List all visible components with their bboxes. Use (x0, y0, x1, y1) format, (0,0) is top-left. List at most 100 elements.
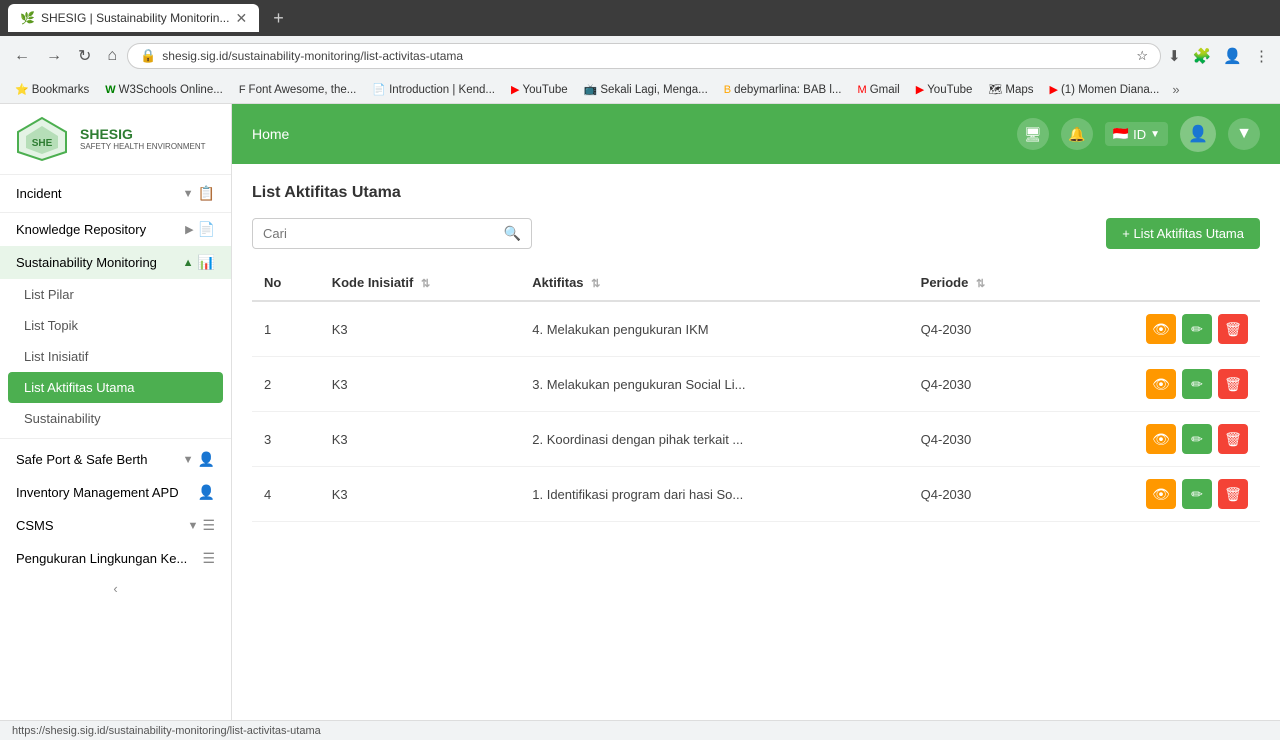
chart-icon: 📊 (198, 254, 215, 271)
view-button[interactable]: 👁 (1146, 424, 1176, 454)
bookmark-youtube2[interactable]: ▶ YouTube (909, 81, 980, 98)
tab-close-button[interactable]: ✕ (235, 10, 247, 27)
sidebar-item-knowledge-repository[interactable]: Knowledge Repository ▶ 📄 (0, 213, 231, 246)
bookmark-label: Introduction | Kend... (389, 84, 495, 96)
list-pilar-label: List Pilar (24, 287, 74, 302)
view-button[interactable]: 👁 (1146, 369, 1176, 399)
monitor-icon-button[interactable]: 🖥 (1017, 118, 1049, 150)
sidebar-item-list-pilar[interactable]: List Pilar (0, 279, 231, 310)
page-area: List Aktifitas Utama 🔍 + List Aktifitas … (232, 164, 1280, 720)
csms-label: CSMS (16, 518, 54, 533)
profile-icon[interactable]: 👤 (1220, 44, 1245, 68)
youtube1-icon: ▶ (511, 83, 519, 96)
menu-icon[interactable]: ⋮ (1251, 44, 1272, 68)
sidebar-collapse-button[interactable]: ‹ (0, 575, 231, 602)
bookmark-label: Maps (1005, 84, 1033, 96)
logo-subtitle: SAFETY HEALTH ENVIRONMENT (80, 142, 206, 152)
bookmark-maps[interactable]: 🗺 Maps (981, 81, 1040, 98)
pengukuran-label: Pengukuran Lingkungan Ke... (16, 551, 187, 566)
bookmark-momen[interactable]: ▶ (1) Momen Diana... (1042, 81, 1166, 98)
bookmark-gmail[interactable]: M Gmail (851, 82, 907, 98)
add-aktifitas-utama-button[interactable]: + List Aktifitas Utama (1106, 218, 1260, 249)
chevron-down-icon: ▼ (183, 188, 194, 200)
bookmark-bookmarks[interactable]: ⭐ Bookmarks (8, 81, 96, 98)
sidebar-item-list-aktifitas-utama[interactable]: List Aktifitas Utama (8, 372, 223, 403)
search-input[interactable] (263, 226, 504, 241)
extensions-icon[interactable]: 🧩 (1190, 44, 1215, 68)
bookmark-fontawesome[interactable]: F Font Awesome, the... (232, 82, 364, 98)
edit-button[interactable]: ✏ (1182, 479, 1212, 509)
page-title: List Aktifitas Utama (252, 184, 1260, 202)
sustainability-label: Sustainability (24, 411, 101, 426)
breadcrumb-home[interactable]: Home (252, 126, 289, 142)
safe-port-label: Safe Port & Safe Berth (16, 452, 148, 467)
bookmark-deby[interactable]: B debymarlina: BAB l... (717, 82, 849, 98)
bookmarks-icon: ⭐ (15, 83, 29, 96)
cell-actions: 👁 ✏ 🗑 (1054, 301, 1260, 357)
delete-button[interactable]: 🗑 (1218, 369, 1248, 399)
cell-periode: Q4-2030 (909, 412, 1054, 467)
edit-button[interactable]: ✏ (1182, 369, 1212, 399)
sort-kode-icon[interactable]: ⇅ (421, 278, 430, 290)
table-body: 1 K3 4. Melakukan pengukuran IKM Q4-2030… (252, 301, 1260, 522)
search-box[interactable]: 🔍 (252, 218, 532, 249)
bookmark-label: Bookmarks (32, 84, 90, 96)
bookmarks-bar: ⭐ Bookmarks W W3Schools Online... F Font… (0, 76, 1280, 104)
action-buttons: 👁 ✏ 🗑 (1066, 314, 1248, 344)
sidebar-item-sustainability-monitoring[interactable]: Sustainability Monitoring ▲ 📊 (0, 246, 231, 279)
sidebar-item-incident[interactable]: Incident ▼ 📋 (0, 175, 231, 213)
more-bookmarks-icon[interactable]: » (1172, 82, 1179, 97)
sidebar-item-list-topik[interactable]: List Topik (0, 310, 231, 341)
edit-button[interactable]: ✏ (1182, 424, 1212, 454)
bookmark-youtube1[interactable]: ▶ YouTube (504, 81, 575, 98)
delete-button[interactable]: 🗑 (1218, 479, 1248, 509)
user-avatar-button[interactable]: 👤 (1180, 116, 1216, 152)
collapse-icon: ‹ (113, 581, 117, 596)
chevron-down-icon-3: ▼ (188, 520, 199, 532)
cell-aktifitas: 4. Melakukan pengukuran IKM (520, 301, 908, 357)
notification-button[interactable]: 🔔 (1061, 118, 1093, 150)
view-button[interactable]: 👁 (1146, 314, 1176, 344)
cell-periode: Q4-2030 (909, 357, 1054, 412)
sidebar-item-pengukuran[interactable]: Pengukuran Lingkungan Ke... ☰ (0, 542, 231, 575)
list-inisiatif-label: List Inisiatif (24, 349, 88, 364)
bookmark-sekali[interactable]: 📺 Sekali Lagi, Menga... (577, 81, 715, 98)
sekali-icon: 📺 (584, 83, 598, 96)
table-row: 2 K3 3. Melakukan pengukuran Social Li..… (252, 357, 1260, 412)
sidebar-item-safe-port[interactable]: Safe Port & Safe Berth ▼ 👤 (0, 443, 231, 476)
home-button[interactable]: ⌂ (101, 43, 123, 69)
browser-tab[interactable]: 🌿 SHESIG | Sustainability Monitorin... ✕ (8, 4, 259, 32)
view-button[interactable]: 👁 (1146, 479, 1176, 509)
edit-button[interactable]: ✏ (1182, 314, 1212, 344)
sidebar-item-inventory[interactable]: Inventory Management APD 👤 (0, 476, 231, 509)
address-bar[interactable]: 🔒 shesig.sig.id/sustainability-monitorin… (127, 43, 1161, 69)
logo-image: SHE (12, 114, 72, 164)
download-icon[interactable]: ⬇ (1165, 44, 1184, 68)
csms-icon: ☰ (202, 517, 215, 534)
address-text: shesig.sig.id/sustainability-monitoring/… (162, 49, 1130, 63)
reload-button[interactable]: ↻ (72, 42, 97, 70)
delete-button[interactable]: 🗑 (1218, 314, 1248, 344)
cell-kode: K3 (320, 301, 521, 357)
lock-icon: 🔒 (140, 48, 156, 64)
sidebar-item-csms[interactable]: CSMS ▼ ☰ (0, 509, 231, 542)
sort-aktifitas-icon[interactable]: ⇅ (591, 278, 600, 290)
bookmark-introduction[interactable]: 📄 Introduction | Kend... (365, 81, 502, 98)
top-bar-nav: Home (252, 126, 289, 142)
back-button[interactable]: ← (8, 43, 36, 69)
cell-actions: 👁 ✏ 🗑 (1054, 357, 1260, 412)
more-options-button[interactable]: ▼ (1228, 118, 1260, 150)
maps-icon: 🗺 (988, 83, 1002, 96)
sidebar-item-sustainability[interactable]: Sustainability (0, 403, 231, 434)
delete-button[interactable]: 🗑 (1218, 424, 1248, 454)
sidebar-item-list-inisiatif[interactable]: List Inisiatif (0, 341, 231, 372)
forward-button[interactable]: → (40, 43, 68, 69)
sidebar-logo: SHE SHESIG SAFETY HEALTH ENVIRONMENT (0, 104, 231, 175)
language-selector[interactable]: 🇮🇩 ID ▼ (1105, 122, 1168, 146)
new-tab-button[interactable]: + (267, 8, 290, 29)
col-no: No (252, 265, 320, 301)
status-bar: https://shesig.sig.id/sustainability-mon… (0, 720, 1280, 740)
action-buttons: 👁 ✏ 🗑 (1066, 369, 1248, 399)
bookmark-w3schools[interactable]: W W3Schools Online... (98, 82, 230, 98)
sort-periode-icon[interactable]: ⇅ (976, 278, 985, 290)
